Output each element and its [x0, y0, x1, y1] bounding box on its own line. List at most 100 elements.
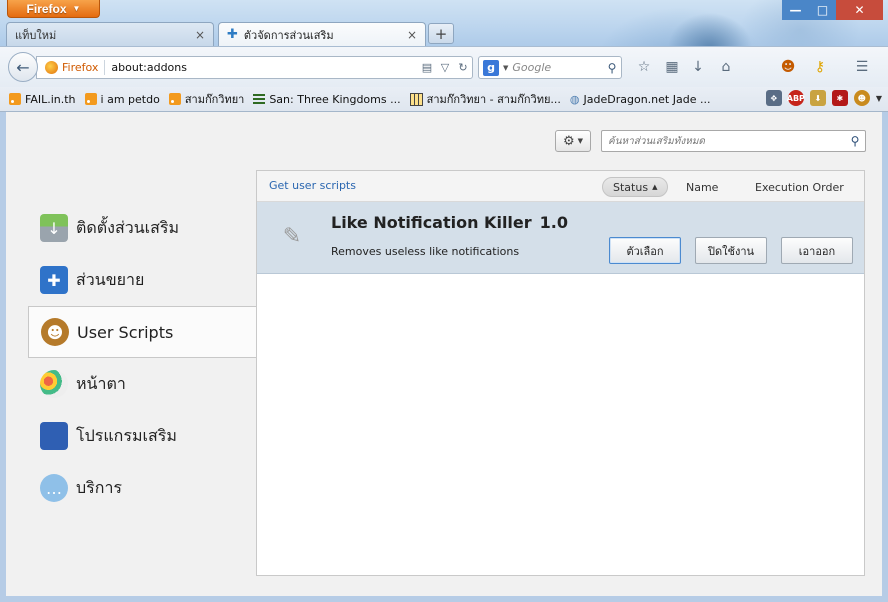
- greasemonkey-icon[interactable]: ☻: [853, 90, 870, 106]
- title-bar: Firefox ▼ — □ ✕ แท็บใหม่ × ✚ ตัวจัดการส่…: [0, 0, 888, 46]
- rss-icon: [168, 93, 181, 105]
- bookmark-item[interactable]: San: Three Kingdoms ...: [253, 93, 401, 106]
- bookmarks-toolbar: FAIL.in.th i am petdo สามก๊กวิทยา San: T…: [0, 87, 888, 112]
- magnifier-icon[interactable]: ⚲: [603, 61, 621, 75]
- category-install[interactable]: ↓ ติดตั้งส่วนเสริม: [28, 202, 256, 254]
- chevron-down-icon[interactable]: ▼: [503, 64, 508, 72]
- url-text[interactable]: about:addons: [105, 61, 418, 74]
- category-appearance[interactable]: หน้าตา: [28, 358, 256, 410]
- addon-version: 1.0: [539, 213, 568, 232]
- download-icon: ↓: [40, 214, 68, 242]
- category-user-scripts[interactable]: ☻ User Scripts: [28, 306, 256, 358]
- options-button[interactable]: ตัวเลือก: [609, 237, 681, 264]
- google-icon[interactable]: g: [483, 59, 499, 76]
- bookmark-label: สามก๊กวิทยา: [184, 93, 245, 106]
- addon-monkey-icon[interactable]: ☻: [778, 57, 798, 77]
- menu-icon[interactable]: ☰: [852, 57, 872, 77]
- chat-icon: …: [40, 474, 68, 502]
- key-icon[interactable]: ⚷: [810, 57, 830, 77]
- addon-name: Like Notification Killer: [331, 213, 532, 232]
- chevron-down-icon: ▼: [72, 4, 81, 13]
- grid-icon: [409, 92, 423, 106]
- download-icon[interactable]: ↓: [688, 57, 708, 77]
- script-scroll-icon: ✎: [282, 223, 302, 249]
- sort-asc-icon: ▲: [652, 183, 658, 191]
- tab-label: ตัวจัดการส่วนเสริม: [243, 28, 334, 42]
- chevron-down-icon: ▼: [577, 137, 584, 145]
- sort-by-execution-order-button[interactable]: Execution Order: [755, 177, 844, 197]
- bookmark-item[interactable]: ◍ JadeDragon.net Jade ...: [570, 93, 711, 106]
- bookmark-star-icon[interactable]: ☆: [634, 57, 654, 77]
- addon-list-item[interactable]: ✎ Like Notification Killer 1.0 Removes us…: [257, 202, 864, 274]
- magnifier-icon[interactable]: ⚲: [845, 134, 865, 148]
- puzzle-icon: ✚: [40, 266, 68, 294]
- category-label: โปรแกรมเสริม: [76, 425, 177, 445]
- disable-button[interactable]: ปิดใช้งาน: [695, 237, 767, 264]
- close-window-button[interactable]: ✕: [836, 0, 883, 20]
- category-services[interactable]: … บริการ: [28, 462, 256, 514]
- sort-by-name-button[interactable]: Name: [686, 177, 718, 197]
- bookmark-item[interactable]: สามก๊กวิทยา - สามก๊กวิทย...: [409, 90, 561, 108]
- bookmark-item[interactable]: FAIL.in.th: [9, 93, 76, 106]
- bookmark-label: FAIL.in.th: [25, 92, 76, 106]
- category-plugins[interactable]: โปรแกรมเสริม: [28, 410, 256, 462]
- tab-new-tab[interactable]: แท็บใหม่ ×: [6, 22, 214, 46]
- home-icon[interactable]: ⌂: [716, 57, 736, 77]
- move-icon[interactable]: ✥: [765, 90, 782, 106]
- back-button[interactable]: ←: [8, 52, 38, 82]
- flower-icon[interactable]: ✱: [831, 90, 848, 106]
- search-input[interactable]: Google: [512, 61, 603, 74]
- close-tab-icon[interactable]: ×: [407, 28, 417, 42]
- greasemonkey-icon: ☻: [41, 318, 69, 346]
- reload-icon[interactable]: ↻: [454, 59, 472, 77]
- addons-manager: ⚙ ▼ ⚲ ↓ ติดตั้งส่วนเสริม ✚ ส่วนขยาย ☻ Us…: [0, 112, 888, 602]
- maximize-button[interactable]: □: [809, 0, 836, 20]
- category-label: ติดตั้งส่วนเสริม: [76, 217, 180, 237]
- category-label: หน้าตา: [76, 373, 126, 393]
- addon-title: Like Notification Killer 1.0: [331, 213, 568, 232]
- category-label: User Scripts: [77, 322, 174, 342]
- remove-button[interactable]: เอาออก: [781, 237, 853, 264]
- bookmark-item[interactable]: i am petdo: [84, 92, 160, 106]
- tab-addons-manager[interactable]: ✚ ตัวจัดการส่วนเสริม ×: [218, 22, 426, 46]
- history-dropdown-icon[interactable]: ▽: [436, 59, 454, 77]
- rss-icon: [84, 93, 97, 105]
- new-tab-button[interactable]: +: [428, 23, 454, 44]
- reader-icon[interactable]: ▤: [418, 59, 436, 77]
- download-arrow-icon[interactable]: ⬇: [809, 90, 826, 106]
- sort-by-status-button[interactable]: Status ▲: [602, 177, 669, 197]
- tab-label: แท็บใหม่: [15, 28, 57, 42]
- navigation-bar: Firefox about:addons ▤ ▽ ↻ ← g ▼ Google …: [0, 46, 888, 87]
- chevron-down-icon[interactable]: ▼: [876, 94, 882, 103]
- arrow-left-icon: ←: [16, 57, 30, 77]
- firefox-menu-button[interactable]: Firefox ▼: [7, 0, 100, 18]
- category-extensions[interactable]: ✚ ส่วนขยาย: [28, 254, 256, 306]
- bookmark-label: i am petdo: [100, 92, 160, 106]
- bookmark-label: JadeDragon.net Jade ...: [583, 92, 711, 106]
- get-user-scripts-link[interactable]: Get user scripts: [269, 179, 356, 192]
- toolbar-addon-icons: ✥ ABP ⬇ ✱ ☻ ▼: [765, 90, 882, 106]
- puzzle-icon: ✚: [227, 27, 238, 42]
- category-label: ส่วนขยาย: [76, 269, 145, 289]
- addon-search-input[interactable]: [602, 135, 845, 147]
- addon-search-box[interactable]: ⚲: [601, 130, 866, 152]
- url-bar[interactable]: Firefox about:addons ▤ ▽ ↻: [36, 56, 473, 79]
- tools-menu-button[interactable]: ⚙ ▼: [555, 130, 591, 152]
- identity-label: Firefox: [62, 61, 99, 74]
- identity-box[interactable]: Firefox: [37, 60, 106, 75]
- sort-label: Status: [613, 180, 649, 194]
- search-bar[interactable]: g ▼ Google ⚲: [478, 56, 622, 79]
- bookmark-item[interactable]: สามก๊กวิทยา: [168, 90, 245, 108]
- category-list: ↓ ติดตั้งส่วนเสริม ✚ ส่วนขยาย ☻ User Scr…: [28, 202, 256, 514]
- minimize-button[interactable]: —: [782, 0, 809, 20]
- firefox-menu-label: Firefox: [26, 1, 67, 16]
- gear-icon: ⚙: [562, 133, 575, 149]
- category-label: บริการ: [76, 477, 123, 497]
- adblock-icon[interactable]: ABP: [787, 90, 805, 106]
- bookmarks-menu-icon[interactable]: ▦: [662, 57, 682, 77]
- globe-icon: ◍: [569, 92, 580, 106]
- close-tab-icon[interactable]: ×: [195, 28, 205, 42]
- lego-icon: [40, 422, 68, 450]
- firefox-logo-icon: [45, 61, 58, 74]
- bookmark-label: สามก๊กวิทยา - สามก๊กวิทย...: [426, 93, 561, 106]
